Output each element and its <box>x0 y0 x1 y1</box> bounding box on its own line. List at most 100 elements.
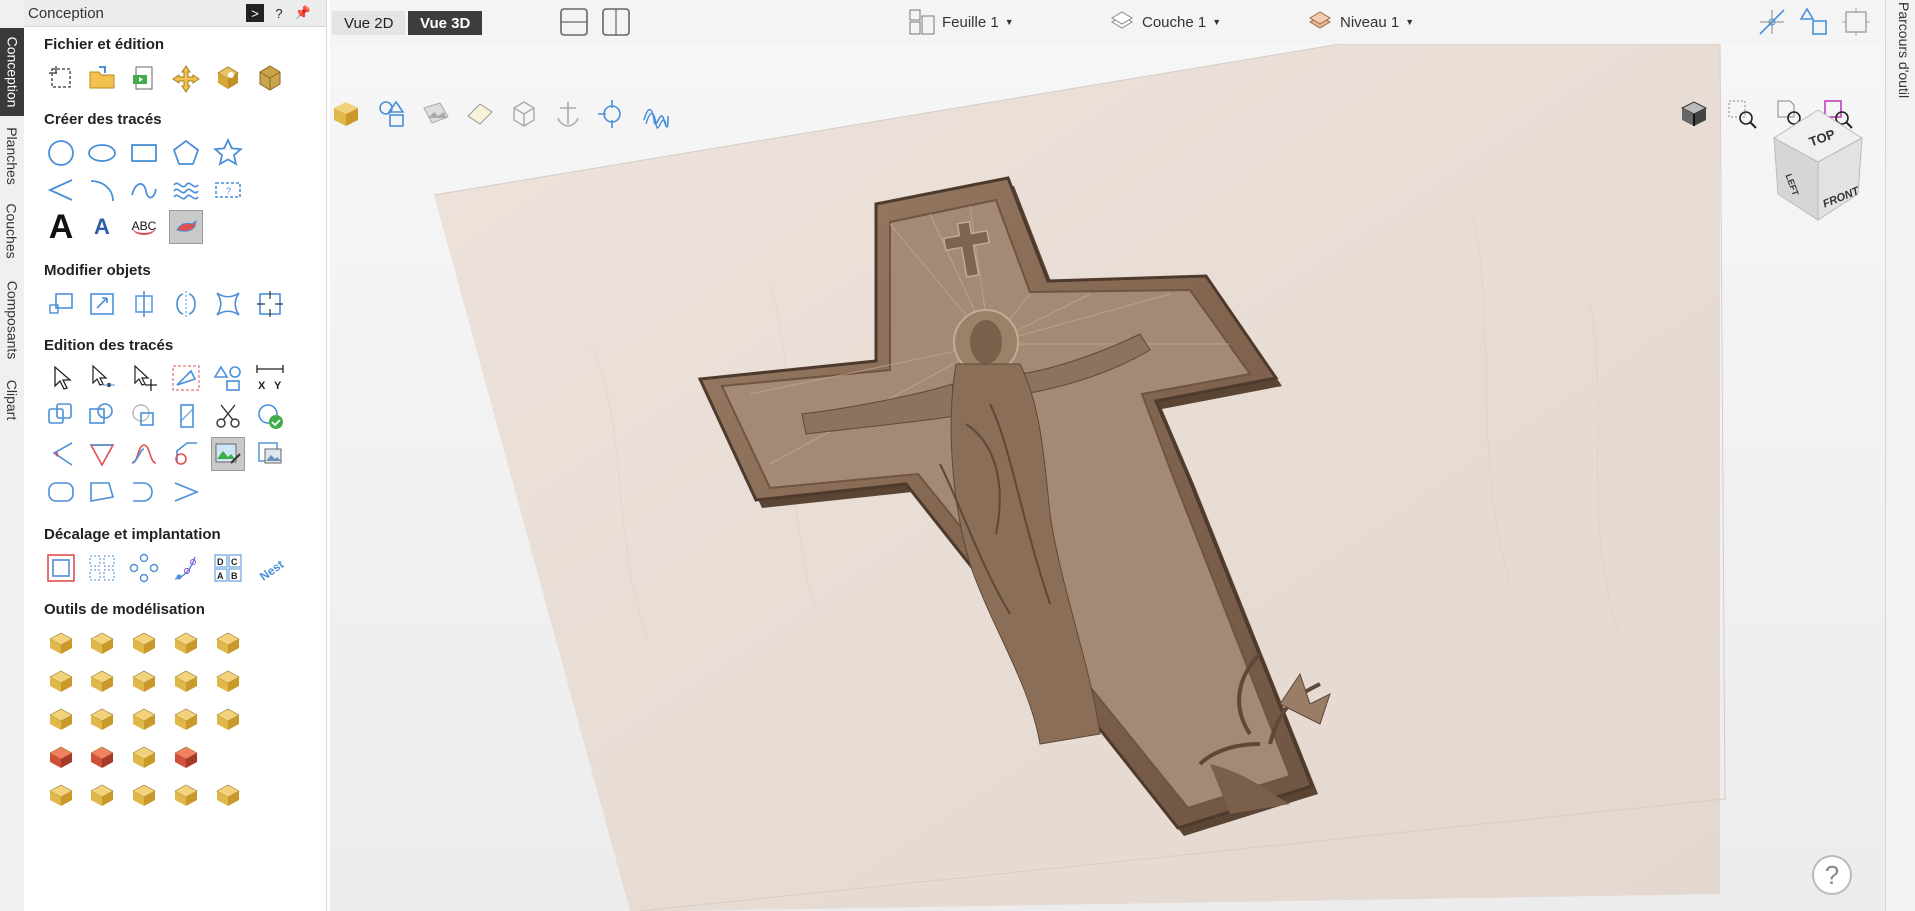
new-job-button[interactable] <box>44 61 78 95</box>
model-tool-tile-red-button[interactable] <box>169 740 203 774</box>
array-copy-button[interactable] <box>253 287 287 321</box>
view-toolpath-origin-button[interactable] <box>594 96 630 132</box>
box-display-button[interactable] <box>1838 4 1874 40</box>
view-plane-button[interactable] <box>462 96 498 132</box>
model-tool-sculpt-button[interactable] <box>127 702 161 736</box>
open-file-button[interactable] <box>85 61 119 95</box>
view-cube[interactable]: TOP LEFT FRONT <box>1758 102 1878 232</box>
auto-layout-text-button[interactable]: A <box>85 210 119 244</box>
model-tool-texture-button[interactable] <box>44 702 78 736</box>
subtract-vectors-button[interactable] <box>85 399 119 433</box>
node-edit-button[interactable] <box>85 361 119 395</box>
align-objects-button[interactable] <box>127 287 161 321</box>
vector-display-button[interactable] <box>1796 4 1832 40</box>
join-vectors-button[interactable] <box>127 475 161 509</box>
3d-viewport[interactable]: TOP LEFT FRONT <box>330 44 1885 911</box>
view-bitmap-button[interactable] <box>418 96 454 132</box>
view-material-button[interactable] <box>330 96 364 132</box>
rounded-corner-button[interactable] <box>44 475 78 509</box>
pin-panel-button[interactable]: 📌 <box>294 4 312 22</box>
validate-vectors-button[interactable] <box>253 399 287 433</box>
fillet-tool-button[interactable] <box>44 437 78 471</box>
tab-planches[interactable]: Planches <box>0 120 24 192</box>
image-edit-button[interactable] <box>211 437 245 471</box>
model-tool-twist-shape-button[interactable] <box>169 626 203 660</box>
model-tool-coin-stack-button[interactable] <box>211 702 245 736</box>
model-tool-flames-button[interactable] <box>127 740 161 774</box>
layer-dropdown[interactable]: Couche 1 ▼ <box>1108 10 1221 34</box>
scale-object-button[interactable] <box>44 287 78 321</box>
offset-vectors-button[interactable] <box>44 551 78 585</box>
overlap-vectors-button[interactable] <box>169 399 203 433</box>
view-toolpaths-button[interactable] <box>638 96 674 132</box>
draw-star-button[interactable] <box>211 136 245 170</box>
import-bitmap-button[interactable] <box>211 61 245 95</box>
chamfer-tool-button[interactable] <box>85 437 119 471</box>
weld-vectors-button[interactable] <box>44 399 78 433</box>
model-tool-merge-button[interactable] <box>169 778 203 812</box>
model-tool-box-open-button[interactable] <box>211 626 245 660</box>
model-tool-pyramid-button[interactable] <box>127 626 161 660</box>
tab-view-3d[interactable]: Vue 3D <box>408 11 483 35</box>
import-vector-button[interactable] <box>169 61 203 95</box>
circular-copy-button[interactable] <box>127 551 161 585</box>
help-button[interactable]: ? <box>1812 855 1852 895</box>
nesting-button[interactable]: Nest <box>253 551 287 585</box>
tab-toolpaths[interactable]: Parcours d'outil <box>1896 2 1912 98</box>
model-tool-component-red-button[interactable] <box>44 740 78 774</box>
model-tool-angled-sweep-button[interactable] <box>211 664 245 698</box>
draw-circle-button[interactable] <box>44 136 78 170</box>
label-layout-button[interactable]: DCAB <box>211 551 245 585</box>
model-tool-shape-editor-button[interactable] <box>44 626 78 660</box>
split-view-button[interactable] <box>598 4 634 40</box>
trim-vectors-button[interactable] <box>211 399 245 433</box>
measure-tool-button[interactable]: XY <box>253 361 287 395</box>
draw-line-button[interactable] <box>44 173 78 207</box>
draw-text-button[interactable]: A <box>44 208 78 246</box>
smooth-vectors-button[interactable] <box>169 475 203 509</box>
copy-grid-button[interactable] <box>85 551 119 585</box>
transform-tool-button[interactable] <box>127 361 161 395</box>
draw-rectangle-button[interactable] <box>127 136 161 170</box>
model-tool-layer-stack-button[interactable] <box>169 702 203 736</box>
wave-tool-button[interactable] <box>169 173 203 207</box>
model-tool-split-button[interactable] <box>85 740 119 774</box>
draw-curve-button[interactable] <box>127 173 161 207</box>
text-on-curve-button[interactable]: ABC <box>127 210 161 244</box>
tab-clipart[interactable]: Clipart <box>0 374 24 426</box>
model-tool-wave-texture-button[interactable] <box>44 778 78 812</box>
extend-vector-button[interactable] <box>127 437 161 471</box>
model-tool-scale-model-button[interactable] <box>85 778 119 812</box>
level-dropdown[interactable]: Niveau 1 ▼ <box>1306 10 1414 34</box>
draw-polygon-button[interactable] <box>169 136 203 170</box>
model-tool-dome-button[interactable] <box>85 626 119 660</box>
single-view-button[interactable] <box>556 4 592 40</box>
model-tool-extrude-button[interactable] <box>44 664 78 698</box>
model-tool-sweep-rails-button[interactable] <box>169 664 203 698</box>
model-tool-bake-button[interactable] <box>127 778 161 812</box>
model-tool-fade-button[interactable] <box>211 778 245 812</box>
bitmap-preview-button[interactable] <box>253 437 287 471</box>
view-origin-button[interactable] <box>550 96 586 132</box>
group-objects-button[interactable] <box>211 361 245 395</box>
collapse-panel-button[interactable]: > <box>246 4 264 22</box>
select-tool-button[interactable] <box>44 361 78 395</box>
distort-object-button[interactable] <box>211 287 245 321</box>
dimension-tool-button[interactable]: ? <box>211 173 245 207</box>
draw-ellipse-button[interactable] <box>85 136 119 170</box>
view-direction-button[interactable] <box>1676 96 1712 132</box>
model-tool-sweep-button[interactable] <box>85 664 119 698</box>
zoom-window-button[interactable] <box>1724 96 1760 132</box>
panel-help-button[interactable]: ? <box>270 4 288 22</box>
model-tool-slice-button[interactable] <box>85 702 119 736</box>
mirror-object-button[interactable] <box>169 287 203 321</box>
model-tool-spin-button[interactable] <box>127 664 161 698</box>
smart-select-button[interactable] <box>169 361 203 395</box>
close-vector-button[interactable] <box>85 475 119 509</box>
move-object-button[interactable] <box>85 287 119 321</box>
sheet-dropdown[interactable]: Feuille 1 ▼ <box>908 9 1014 35</box>
copy-along-vector-button[interactable] <box>169 551 203 585</box>
tab-couches[interactable]: Couches <box>0 196 24 266</box>
intersect-vectors-button[interactable] <box>127 399 161 433</box>
view-wireframe-button[interactable] <box>506 96 542 132</box>
